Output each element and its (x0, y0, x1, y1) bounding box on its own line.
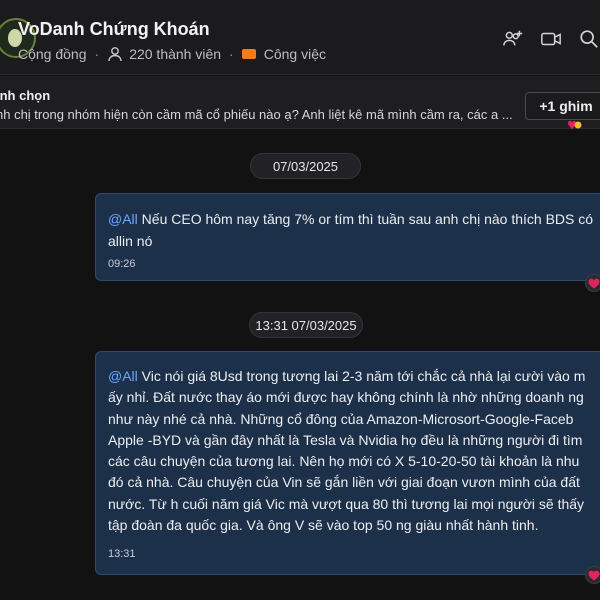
pinned-title: ình chọn (0, 88, 51, 103)
header-actions (486, 28, 600, 50)
members-count[interactable]: 220 thành viên (129, 46, 221, 62)
separator-dot: · (229, 46, 234, 62)
date-separator: 07/03/2025 (250, 153, 361, 179)
message-line: đó cả nhà. Câu chuyện của Vin sẽ gắn liề… (108, 474, 580, 491)
message-time: 13:31 (108, 548, 136, 560)
message-line: nước. Từ h cuối năm giá Vic mà vượt qua … (108, 495, 585, 512)
message-time: 09:26 (108, 258, 136, 270)
pinned-text[interactable]: nh chị trong nhóm hiện còn cầm mã cổ phi… (0, 107, 513, 122)
message-line: ấy nhỉ. Đất nước thay áo mới được hay kh… (108, 389, 584, 406)
separator-dot: · (94, 46, 100, 62)
message-bubble[interactable]: @All Vic nói giá 8Usd trong tương lai 2-… (95, 351, 600, 575)
group-meta: Cộng đồng · 220 thành viên · Công việc (18, 46, 326, 62)
message-line: Apple -BYD và gần đây nhất là Tesla và N… (108, 431, 583, 448)
reactions-icon (568, 120, 582, 130)
chat-header: VoDanh Chứng Khoán Cộng đồng · 220 thành… (0, 0, 600, 75)
message-line: các câu chuyện của tương lai. Nên họ mới… (108, 453, 580, 470)
message-text: @All Vic nói giá 8Usd trong tương lai 2-… (108, 366, 600, 536)
community-label[interactable]: Cộng đồng (18, 46, 87, 62)
date-separator: 13:31 07/03/2025 (249, 312, 363, 338)
message-line: như này nhé cả nhà. Những cổ đông của Am… (108, 410, 574, 427)
heart-reaction-icon[interactable] (585, 566, 600, 584)
message-text: @All Nếu CEO hôm nay tăng 7% or tím thì … (108, 208, 600, 252)
mention-all[interactable]: @All (108, 368, 138, 384)
message-line: tập đoàn đa quốc gia. Và ông V sẽ vào to… (108, 517, 539, 534)
chat-window: VoDanh Chứng Khoán Cộng đồng · 220 thành… (0, 0, 600, 600)
work-label[interactable]: Công việc (264, 46, 326, 62)
pinned-poll-bar[interactable]: ình chọn nh chị trong nhóm hiện còn cầm … (0, 76, 600, 129)
message-bubble[interactable]: @All Nếu CEO hôm nay tăng 7% or tím thì … (95, 193, 600, 281)
heart-reaction-icon[interactable] (585, 274, 600, 292)
group-title[interactable]: VoDanh Chứng Khoán (18, 19, 210, 40)
work-tag-icon (241, 49, 256, 59)
more-pins-button[interactable]: +1 ghim (525, 92, 600, 120)
message-line: @All Vic nói giá 8Usd trong tương lai 2-… (108, 368, 586, 384)
mention-all[interactable]: @All (108, 211, 138, 227)
message-line: @All Nếu CEO hôm nay tăng 7% or tím thì … (108, 211, 594, 227)
message-line: allin nó (108, 233, 153, 249)
add-people-icon[interactable] (502, 28, 524, 50)
search-icon[interactable] (578, 28, 600, 50)
video-call-icon[interactable] (540, 28, 562, 50)
members-icon (108, 47, 122, 62)
